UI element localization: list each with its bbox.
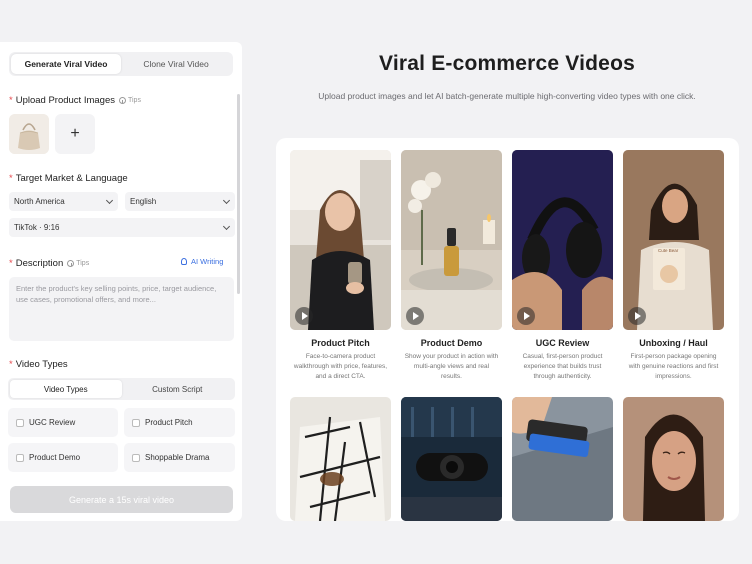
option-product-pitch[interactable]: Product Pitch	[124, 408, 235, 437]
option-shoppable-drama[interactable]: Shoppable Drama	[124, 443, 235, 472]
info-icon	[118, 97, 126, 104]
video-thumbnail[interactable]	[512, 150, 613, 330]
checkbox[interactable]	[132, 453, 140, 462]
tab-generate-viral-video[interactable]: Generate Viral Video	[11, 54, 121, 74]
ai-writing-label: AI Writing	[191, 257, 224, 266]
woman-face-image	[623, 397, 724, 521]
ai-writing-button[interactable]: AI Writing	[181, 257, 223, 266]
tips-text: Tips	[76, 260, 90, 267]
market-value: North America	[14, 197, 65, 206]
chair-stain-image	[290, 397, 391, 521]
option-label: Product Pitch	[145, 418, 193, 427]
video-thumbnail-sponge[interactable]	[512, 397, 613, 521]
checkbox[interactable]	[16, 418, 24, 427]
handbag-image	[9, 114, 49, 154]
panel-scrollbar[interactable]	[237, 94, 240, 294]
card-description: Face-to-camera product walkthrough with …	[293, 353, 388, 380]
bulb-icon	[181, 258, 187, 265]
video-types-label: * Video Types	[9, 359, 68, 370]
target-label-text: Target Market & Language	[15, 173, 128, 184]
page-subtitle: Upload product images and let AI batch-g…	[318, 91, 696, 101]
upload-label-text: Upload Product Images	[15, 95, 115, 106]
mode-tabs: Generate Viral Video Clone Viral Video	[9, 52, 233, 76]
video-thumbnail-chair[interactable]	[290, 397, 391, 521]
play-icon[interactable]	[295, 307, 313, 325]
product-image-thumbnail[interactable]	[9, 114, 49, 154]
left-panel: Generate Viral Video Clone Viral Video *…	[0, 42, 242, 521]
info-icon	[67, 260, 75, 267]
card-ugc-review[interactable]: UGC Review Casual, first-person product …	[512, 150, 613, 382]
video-type-tabs: Video Types Custom Script	[8, 378, 235, 400]
option-ugc-review[interactable]: UGC Review	[8, 408, 118, 437]
webcam-image	[401, 397, 502, 521]
market-select[interactable]: North America	[9, 192, 118, 211]
sponge-image	[512, 397, 613, 521]
chevron-down-icon	[105, 196, 114, 204]
tips-text: Tips	[127, 97, 141, 104]
platform-select[interactable]: TikTok · 9:16	[9, 218, 235, 237]
card-title: Product Demo	[420, 338, 483, 348]
chevron-down-icon	[222, 222, 231, 230]
video-thumbnail-woman-face[interactable]	[623, 397, 724, 521]
generate-button[interactable]: Generate a 15s viral video	[10, 486, 233, 513]
tab-video-types[interactable]: Video Types	[10, 380, 122, 398]
woman-with-glass-image	[290, 150, 391, 330]
play-icon[interactable]	[406, 307, 424, 325]
video-thumbnail[interactable]	[401, 150, 502, 330]
card-description: Show your product in action with multi-a…	[404, 353, 499, 380]
description-label: * Description Tips	[9, 258, 89, 269]
card-title: UGC Review	[535, 338, 590, 348]
video-types-label-text: Video Types	[15, 359, 68, 370]
tab-custom-script[interactable]: Custom Script	[122, 380, 234, 398]
play-icon[interactable]	[628, 307, 646, 325]
language-select[interactable]: English	[125, 192, 235, 211]
card-title: Product Pitch	[311, 338, 370, 348]
serum-bottle-image	[401, 150, 502, 330]
box-label: Cute Bear	[658, 248, 679, 253]
upload-label: * Upload Product Images Tips	[9, 95, 141, 106]
description-tips[interactable]: Tips	[67, 260, 89, 267]
required-mark: *	[9, 359, 13, 370]
card-description: Casual, first-person product experience …	[522, 353, 603, 380]
option-label: Product Demo	[29, 453, 81, 462]
video-gallery: Product Pitch Face-to-camera product wal…	[276, 138, 739, 521]
description-label-text: Description	[15, 258, 64, 269]
video-thumbnail-webcam[interactable]	[401, 397, 502, 521]
target-label: * Target Market & Language	[9, 173, 128, 184]
option-product-demo[interactable]: Product Demo	[8, 443, 118, 472]
video-thumbnail[interactable]: Cute Bear	[623, 150, 724, 330]
checkbox[interactable]	[132, 418, 140, 427]
required-mark: *	[9, 173, 13, 184]
page-title: Viral E-commerce Videos	[379, 52, 635, 75]
unboxing-image	[623, 150, 724, 330]
description-input[interactable]: Enter the product's key selling points, …	[9, 277, 234, 341]
add-image-button[interactable]: +	[55, 114, 95, 154]
card-title: Unboxing / Haul	[639, 338, 708, 348]
upload-tips[interactable]: Tips	[118, 97, 141, 104]
required-mark: *	[9, 95, 13, 106]
tab-clone-viral-video[interactable]: Clone Viral Video	[121, 54, 231, 74]
option-label: UGC Review	[29, 418, 76, 427]
platform-value: TikTok · 9:16	[14, 223, 60, 232]
language-value: English	[130, 197, 157, 206]
option-label: Shoppable Drama	[145, 453, 210, 462]
chevron-down-icon	[222, 196, 231, 204]
headphones-image	[512, 150, 613, 330]
card-description: First-person package opening with genuin…	[628, 353, 719, 380]
checkbox[interactable]	[16, 453, 24, 462]
play-icon[interactable]	[517, 307, 535, 325]
card-product-demo[interactable]: Product Demo Show your product in action…	[401, 150, 502, 382]
card-product-pitch[interactable]: Product Pitch Face-to-camera product wal…	[290, 150, 391, 382]
required-mark: *	[9, 258, 13, 269]
card-unboxing-haul[interactable]: Cute Bear Unboxing / Haul First-person p…	[623, 150, 724, 382]
video-thumbnail[interactable]	[290, 150, 391, 330]
